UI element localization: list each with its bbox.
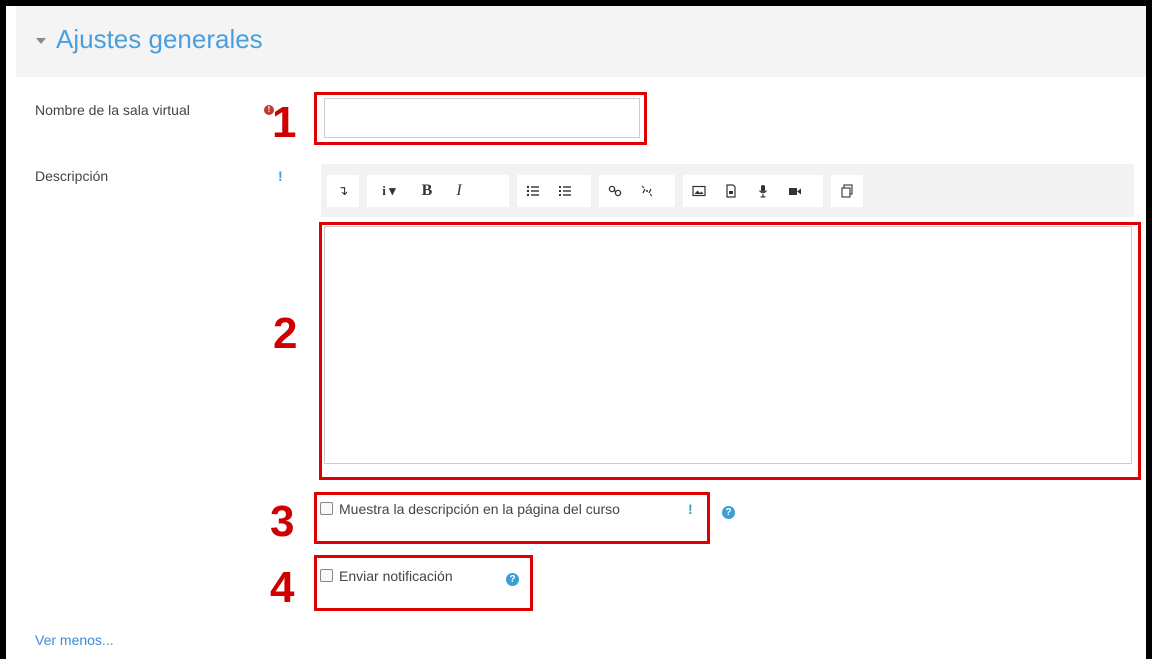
- arrow-down-icon[interactable]: ↴: [332, 180, 354, 202]
- ordered-list-icon[interactable]: [554, 180, 576, 202]
- collapse-caret-icon[interactable]: [36, 38, 46, 44]
- unordered-list-icon[interactable]: [522, 180, 544, 202]
- editor-toolbar: ↴ i ▾ B I: [321, 164, 1134, 217]
- show-less-link[interactable]: Ver menos...: [35, 632, 114, 648]
- send-notification-label: Enviar notificación: [339, 568, 453, 584]
- video-icon[interactable]: [784, 180, 806, 202]
- form-panel: Ajustes generales Nombre de la sala virt…: [6, 6, 1146, 659]
- italic-button[interactable]: I: [448, 180, 470, 202]
- media-icon[interactable]: [720, 180, 742, 202]
- toolbar-group-1: ↴: [327, 175, 359, 207]
- annotation-box-3: [314, 492, 710, 544]
- help-icon-2[interactable]: ?: [506, 573, 519, 586]
- info-mark-icon-2: !: [688, 501, 693, 517]
- room-name-input[interactable]: [324, 98, 640, 138]
- section-title: Ajustes generales: [56, 24, 263, 54]
- show-description-checkbox[interactable]: [320, 502, 333, 515]
- manage-files-icon[interactable]: [836, 180, 858, 202]
- image-icon[interactable]: [688, 180, 710, 202]
- toolbar-group-2: i ▾ B I: [367, 175, 509, 207]
- name-label: Nombre de la sala virtual: [35, 102, 190, 118]
- toolbar-group-5: [683, 175, 823, 207]
- microphone-icon[interactable]: [752, 180, 774, 202]
- toolbar-group-6: [831, 175, 863, 207]
- annotation-4: 4: [270, 563, 295, 612]
- annotation-1: 1: [272, 98, 297, 147]
- help-icon[interactable]: ?: [722, 506, 735, 519]
- toolbar-group-3: [517, 175, 591, 207]
- info-label: i: [382, 183, 386, 198]
- annotation-box-2: [319, 222, 1141, 480]
- toolbar-group-4: [599, 175, 675, 207]
- annotation-2: 2: [273, 309, 298, 358]
- bold-button[interactable]: B: [416, 180, 438, 202]
- link-icon[interactable]: [604, 180, 626, 202]
- section-header[interactable]: Ajustes generales: [16, 6, 1146, 77]
- annotation-3: 3: [270, 497, 295, 546]
- description-label: Descripción: [35, 168, 109, 184]
- show-description-label: Muestra la descripción en la página del …: [339, 501, 620, 517]
- info-mark-icon: !: [278, 168, 283, 184]
- send-notification-checkbox[interactable]: [320, 569, 333, 582]
- info-dropdown-button[interactable]: i ▾: [372, 180, 406, 202]
- unlink-icon[interactable]: [636, 180, 658, 202]
